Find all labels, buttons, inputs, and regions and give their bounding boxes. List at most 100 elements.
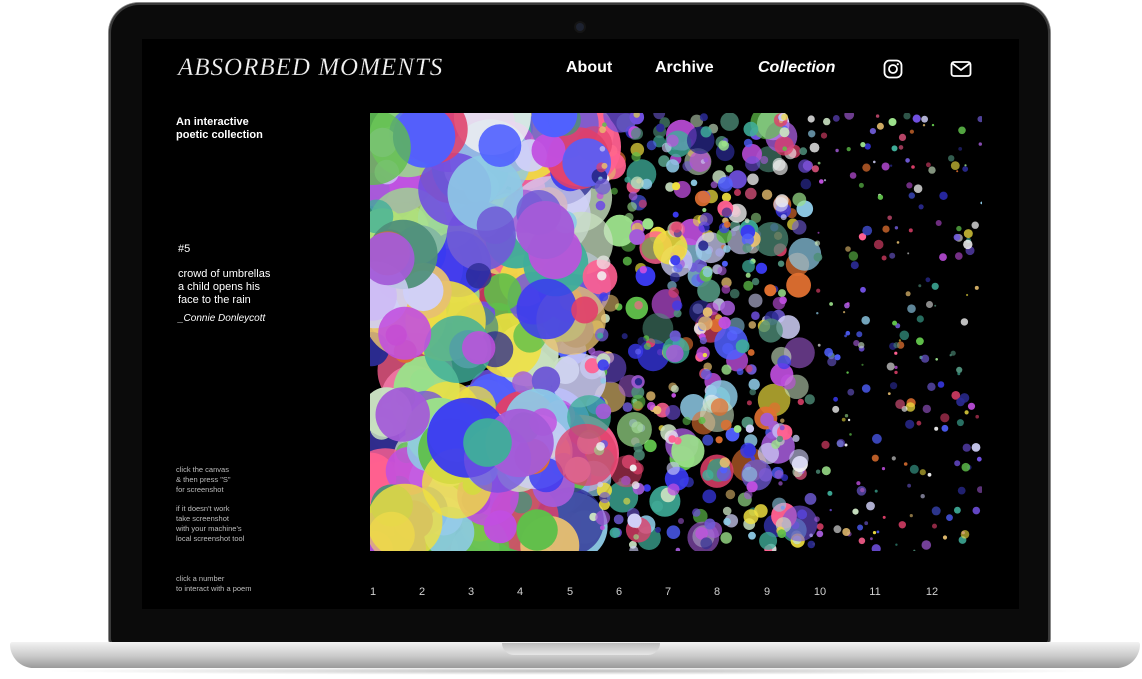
bubble: [656, 123, 665, 133]
bubble: [478, 124, 522, 167]
bubble: [721, 140, 728, 147]
bubble: [745, 364, 753, 373]
bubble: [678, 518, 684, 524]
bubble: [813, 252, 823, 262]
bubble-artwork[interactable]: [370, 113, 982, 551]
bubble: [597, 271, 607, 281]
bubble: [817, 343, 821, 347]
bubble: [909, 464, 919, 474]
bubble: [872, 531, 877, 535]
bubble: [856, 331, 863, 338]
bubble: [903, 462, 908, 466]
poem-select-6[interactable]: 6: [609, 586, 629, 598]
poem-select-11[interactable]: 11: [865, 586, 885, 598]
bubble: [845, 246, 851, 252]
bubble: [948, 155, 955, 162]
bubble: [698, 316, 713, 331]
bubble: [633, 534, 639, 540]
bubble: [877, 194, 884, 200]
bubble: [847, 418, 851, 422]
bubble: [817, 231, 820, 234]
bubble: [925, 277, 931, 283]
bubble: [846, 147, 851, 152]
bubble: [909, 514, 913, 518]
site-logo[interactable]: ABSORBED MOMENTS: [178, 54, 443, 82]
mail-icon[interactable]: [950, 59, 972, 79]
bubble: [749, 388, 756, 396]
bubble: [935, 220, 942, 226]
bubble: [844, 414, 849, 418]
bubble: [599, 292, 609, 302]
bubble: [967, 402, 976, 410]
bubble: [843, 311, 846, 314]
bubble: [722, 506, 732, 516]
nav-archive[interactable]: Archive: [655, 59, 714, 77]
poem-select-7[interactable]: 7: [658, 586, 678, 598]
bubble: [720, 113, 739, 131]
hint-line: click a number: [176, 574, 225, 583]
bubble: [623, 497, 631, 505]
poem-line: crowd of umbrellas: [178, 268, 271, 280]
bubble: [595, 510, 611, 526]
bubble: [975, 414, 979, 419]
bubble: [736, 368, 744, 376]
poem-select-1[interactable]: 1: [363, 586, 383, 598]
bubble: [829, 302, 833, 306]
bubble: [745, 424, 755, 433]
hint-line: if it doesn't work: [176, 504, 230, 513]
nav-about[interactable]: About: [566, 59, 612, 77]
instagram-icon[interactable]: [883, 59, 903, 79]
bubble: [958, 147, 963, 151]
bubble: [667, 483, 680, 496]
bubble: [832, 405, 840, 413]
bubble: [871, 544, 881, 551]
bubble: [675, 547, 681, 551]
poem-select-2[interactable]: 2: [412, 586, 432, 598]
bubble: [755, 262, 768, 274]
nav-collection[interactable]: Collection: [758, 59, 835, 77]
bubble: [639, 266, 647, 274]
hint-line: click the canvas: [176, 465, 229, 474]
bubble: [668, 287, 679, 298]
bubble: [860, 286, 866, 293]
bubble: [745, 156, 761, 172]
poem-select-12[interactable]: 12: [922, 586, 942, 598]
bubble: [624, 176, 631, 183]
bubble: [875, 114, 880, 118]
bubble: [896, 241, 900, 244]
bubble: [804, 394, 815, 405]
bubble: [378, 306, 432, 360]
poem-select-9[interactable]: 9: [757, 586, 777, 598]
bubble: [375, 387, 430, 442]
bubble: [516, 509, 558, 551]
poem-select-4[interactable]: 4: [510, 586, 530, 598]
hint-fallback: if it doesn't work take screenshot with …: [176, 504, 286, 544]
poem-select-3[interactable]: 3: [461, 586, 481, 598]
bubble: [849, 433, 852, 436]
poem-select-10[interactable]: 10: [810, 586, 830, 598]
bubble: [627, 513, 642, 528]
bubble: [894, 351, 898, 355]
bubble: [949, 354, 952, 357]
generative-canvas[interactable]: [370, 113, 982, 551]
bubble: [672, 182, 681, 191]
bubble: [971, 443, 981, 452]
bubble: [964, 410, 969, 415]
bubble: [734, 189, 741, 196]
bubble: [939, 253, 947, 261]
bubble: [638, 199, 647, 208]
bubble: [777, 260, 785, 267]
poem-select-8[interactable]: 8: [707, 586, 727, 598]
bubble: [873, 239, 884, 250]
bubble: [928, 166, 936, 174]
bubble: [631, 152, 641, 162]
bubble: [876, 530, 880, 534]
bubble: [889, 252, 896, 259]
bubble: [751, 311, 760, 320]
poem-select-5[interactable]: 5: [560, 586, 580, 598]
bubble: [907, 483, 911, 488]
bubble: [977, 116, 982, 123]
bubble: [786, 272, 811, 298]
bubble: [907, 252, 910, 255]
bubble: [913, 184, 923, 193]
